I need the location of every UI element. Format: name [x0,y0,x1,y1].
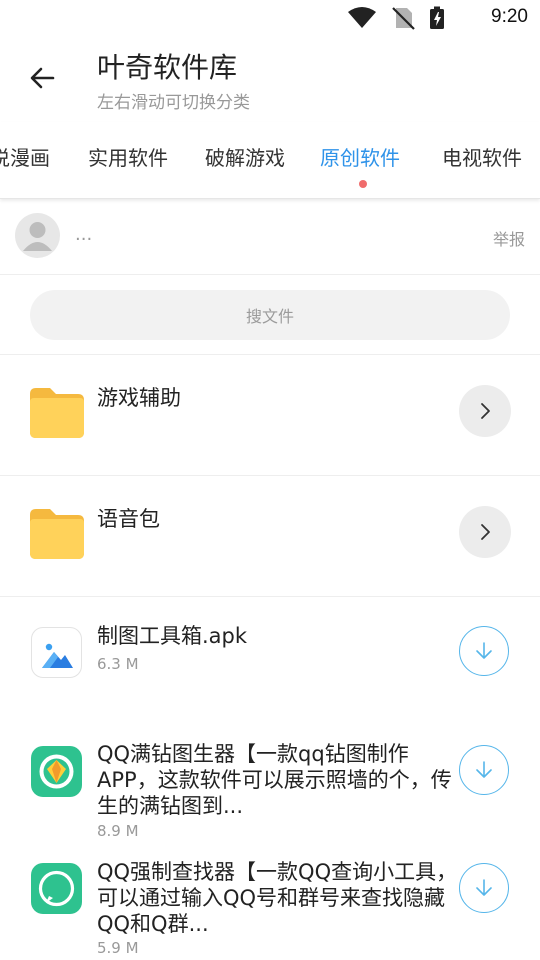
folder-icon [30,388,84,438]
author-row: ... 举报 [0,200,540,275]
active-tab-indicator [359,180,367,188]
file-title: QQ满钻图生器【一款qq钻图制作APP，这款软件可以展示照墙的个，传生的满钻图到… [97,742,452,818]
status-bar: 9:20 [0,0,540,36]
tab-novel-comic[interactable]: 小说漫画 [0,142,50,171]
chevron-right-icon [481,403,490,419]
tab-original-software[interactable]: 原创软件 [320,142,400,171]
qq-app-icon [31,863,82,914]
file-size: 5.9 M [97,939,139,957]
tab-cracked-games[interactable]: 破解游戏 [205,142,285,171]
user-avatar-icon [23,222,52,251]
diamond-app-icon [31,746,82,797]
tab-utility-software[interactable]: 实用软件 [88,142,168,171]
report-button[interactable]: 举报 [493,226,525,250]
wifi-icon [348,7,376,28]
page-subtitle: 左右滑动可切换分类 [97,93,250,113]
battery-charging-icon [430,6,444,29]
file-row[interactable]: QQ满钻图生器【一款qq钻图制作APP，这款软件可以展示照墙的个，传生的满钻图到… [0,718,540,844]
page-title: 叶奇软件库 [97,51,238,84]
arrow-left-icon [30,67,55,89]
chevron-right-icon [481,524,490,540]
download-icon [476,642,492,659]
search-input[interactable]: 搜文件 [30,290,510,340]
download-button[interactable] [459,863,509,913]
file-size: 8.9 M [97,822,139,840]
category-tabs: 小说漫画 实用软件 破解游戏 原创软件 电视软件 [0,122,540,199]
file-row[interactable]: 制图工具箱.apk 6.3 M [0,597,540,717]
folder-row[interactable]: 游戏辅助 [0,355,540,476]
app-bar: 叶奇软件库 左右滑动可切换分类 [0,36,540,122]
download-button[interactable] [459,626,509,676]
folder-icon [30,509,84,559]
no-sim-icon [392,7,415,30]
author-name: ... [75,224,93,245]
avatar[interactable] [15,213,60,258]
tab-tv-software[interactable]: 电视软件 [442,142,522,171]
folder-row[interactable]: 语音包 [0,476,540,597]
folder-title: 语音包 [97,507,160,531]
status-time: 9:20 [491,6,528,27]
open-folder-button[interactable] [459,506,511,558]
folder-title: 游戏辅助 [97,386,181,410]
open-folder-button[interactable] [459,385,511,437]
status-icons [348,6,444,30]
back-button[interactable] [22,58,62,98]
file-size: 6.3 M [97,655,139,673]
file-row[interactable]: QQ强制查找器【一款QQ查询小工具，可以通过输入QQ号和群号来查找隐藏QQ和Q群… [0,845,540,960]
download-icon [476,761,492,778]
download-icon [476,879,492,896]
image-app-icon [31,627,82,678]
search-section: 搜文件 [0,275,540,355]
file-title: 制图工具箱.apk [97,624,248,648]
file-title: QQ强制查找器【一款QQ查询小工具，可以通过输入QQ号和群号来查找隐藏QQ和Q群… [97,860,458,936]
download-button[interactable] [459,745,509,795]
